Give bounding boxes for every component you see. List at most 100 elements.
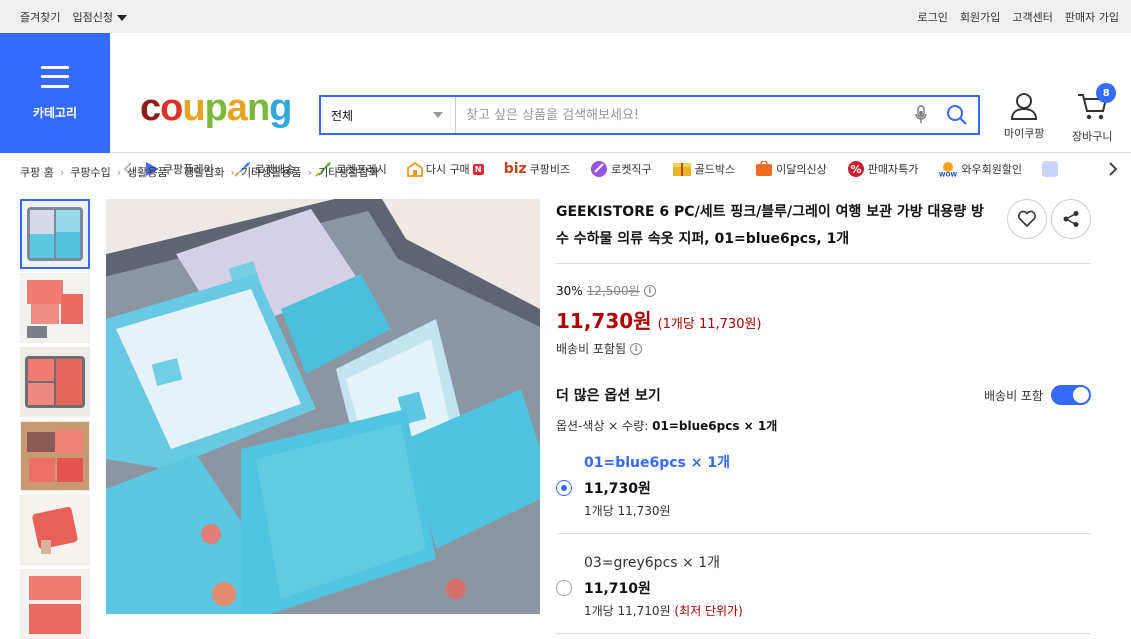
- option-item[interactable]: 01=blue6pcs × 1개 11,730원 1개당 11,730원: [556, 434, 1091, 534]
- nav-item-wow-discount[interactable]: WOW 와우회원할인: [938, 161, 1022, 177]
- option-selected-label: 옵션-색상 × 수량:: [556, 419, 649, 433]
- options-header: 더 많은 옵션 보기 배송비 포함: [556, 385, 1091, 405]
- nav-label: 이달의신상: [776, 163, 827, 176]
- thumbnail-3[interactable]: [20, 347, 90, 417]
- option-selected-value: 01=blue6pcs × 1개: [652, 419, 778, 433]
- breadcrumb-item[interactable]: 쿠팡 홈: [20, 164, 54, 180]
- nav-label: 로켓직구: [611, 163, 652, 176]
- tag-icon: [1042, 161, 1059, 177]
- rebuy-icon: [406, 161, 423, 177]
- unit-price: (1개당 11,730원): [657, 317, 762, 332]
- chevron-right-icon: ›: [116, 165, 122, 179]
- mypage-button[interactable]: 마이쿠팡: [1004, 91, 1044, 141]
- option-unit-text: 1개당 11,730원: [584, 504, 671, 518]
- user-icon: [1011, 93, 1038, 120]
- option-unit-text: 1개당 11,710원: [584, 604, 671, 618]
- original-price: 12,500원: [586, 284, 640, 298]
- wow-icon: WOW: [939, 162, 958, 178]
- info-icon[interactable]: i: [630, 342, 643, 355]
- nav-next-button[interactable]: [1103, 161, 1123, 177]
- shipping-toggle-group: 배송비 포함: [984, 385, 1091, 405]
- chevron-right-icon: ›: [59, 165, 65, 179]
- breadcrumb: 쿠팡 홈 › 쿠팡수입 › 생활용품 › 생활잡화 › 기타생활용품 › 기타생활잡화: [20, 164, 379, 180]
- chevron-down-icon: [433, 112, 443, 118]
- thumbnail-5[interactable]: [20, 495, 90, 565]
- discount-row: 30% 12,500원 i: [556, 282, 1091, 299]
- coupang-logo[interactable]: coupang: [140, 89, 292, 127]
- mypage-label: 마이쿠팡: [1004, 127, 1045, 140]
- price-row: 11,730원 (1개당 11,730원): [556, 305, 1091, 334]
- nav-item-goldbox[interactable]: 골드박스: [672, 161, 735, 177]
- svg-text:WOW: WOW: [939, 172, 958, 178]
- category-button[interactable]: 카테고리: [0, 33, 110, 153]
- option-name: 01=blue6pcs × 1개: [584, 455, 730, 471]
- search-bar: 전체: [319, 95, 980, 135]
- shipping-label: 배송비 포함됨: [556, 342, 627, 356]
- option-item[interactable]: 03=grey6pcs × 1개 11,710원 1개당 11,710원 (최저…: [556, 534, 1091, 634]
- microphone-icon[interactable]: [906, 105, 936, 125]
- biz-icon: biz: [503, 161, 527, 177]
- top-utility-bar: 즐겨찾기 입점신청 로그인 회원가입 고객센터 판매자 가입: [0, 0, 1131, 33]
- nav-item-coupang-biz[interactable]: biz 쿠팡비즈: [504, 161, 570, 177]
- heart-icon: [1017, 210, 1037, 228]
- breadcrumb-item[interactable]: 생활잡화: [184, 164, 224, 180]
- option-name: 03=grey6pcs × 1개: [584, 555, 720, 571]
- global-icon: [591, 161, 608, 177]
- share-icon: [1063, 211, 1079, 227]
- goldbox-icon: [672, 163, 691, 176]
- nav-item-rebuy[interactable]: 다시 구매 N: [406, 161, 484, 177]
- breadcrumb-item[interactable]: 기타생활용품: [241, 164, 302, 180]
- option-radio[interactable]: [556, 480, 572, 496]
- seller-apply-label: 입점신청: [72, 10, 113, 24]
- option-selection-summary: 옵션-색상 × 수량: 01=blue6pcs × 1개: [556, 417, 1091, 434]
- signup-link[interactable]: 회원가입: [960, 9, 1000, 25]
- nav-item-rocket-global[interactable]: 로켓직구: [590, 160, 652, 178]
- thumbnail-list: [20, 199, 90, 639]
- search-category-value: 전체: [331, 108, 354, 123]
- wishlist-button[interactable]: [1007, 199, 1047, 239]
- category-label: 카테고리: [32, 105, 78, 120]
- percent-icon: %: [847, 161, 864, 177]
- nav-label: 쿠팡비즈: [529, 163, 571, 176]
- caret-down-icon: [116, 14, 127, 21]
- search-icon[interactable]: [936, 104, 978, 126]
- thumbnail-1[interactable]: [20, 199, 90, 269]
- info-icon[interactable]: i: [643, 284, 656, 297]
- cart-count-badge: 8: [1096, 83, 1117, 103]
- sale-price: 11,730원: [556, 309, 652, 333]
- nav-item-partial[interactable]: [1042, 161, 1059, 177]
- bookmark-link[interactable]: 즐겨찾기: [20, 9, 60, 25]
- thumbnail-4[interactable]: [20, 421, 90, 491]
- breadcrumb-item[interactable]: 쿠팡수입: [70, 164, 110, 180]
- option-unit-price: 1개당 11,710원 (최저 단위가): [584, 602, 1091, 619]
- divider: [556, 263, 1091, 264]
- nav-label: 와우회원할인: [961, 163, 1023, 176]
- seller-signup-link[interactable]: 판매자 가입: [1065, 9, 1119, 25]
- shipping-toggle[interactable]: [1051, 385, 1091, 405]
- thumbnail-6[interactable]: [20, 569, 90, 639]
- hamburger-icon: [41, 65, 69, 88]
- nav-label: 판매자특가: [867, 163, 919, 176]
- share-button[interactable]: [1051, 199, 1091, 239]
- svg-text:%: %: [850, 163, 861, 176]
- seller-apply-dropdown[interactable]: 입점신청: [72, 9, 127, 25]
- nav-item-monthly-new[interactable]: 이달의신상: [755, 161, 827, 177]
- header: 카테고리 coupang 전체 마이쿠팡 8 장바구니: [0, 33, 1131, 177]
- login-link[interactable]: 로그인: [918, 9, 948, 25]
- chevron-right-icon: ›: [307, 165, 313, 179]
- new-badge: N: [472, 163, 484, 175]
- option-radio[interactable]: [556, 580, 572, 596]
- breadcrumb-item[interactable]: 생활용품: [127, 164, 167, 180]
- search-input[interactable]: [456, 107, 906, 123]
- thumbnail-2[interactable]: [20, 273, 90, 343]
- cart-button[interactable]: 8 장바구니: [1072, 83, 1117, 144]
- product-main-image[interactable]: [106, 199, 540, 614]
- discount-rate: 30%: [556, 283, 583, 298]
- chevron-right-icon: ›: [173, 165, 179, 179]
- breadcrumb-item[interactable]: 기타생활잡화: [318, 164, 379, 180]
- search-category-select[interactable]: 전체: [321, 97, 456, 133]
- option-price: 11,710원: [584, 581, 651, 597]
- nav-item-seller-deal[interactable]: % 판매자특가: [847, 160, 919, 178]
- product-info: GEEKISTORE 6 PC/세트 핑크/블루/그레이 여행 보관 가방 대용…: [556, 199, 1091, 634]
- customer-center-link[interactable]: 고객센터: [1012, 9, 1052, 25]
